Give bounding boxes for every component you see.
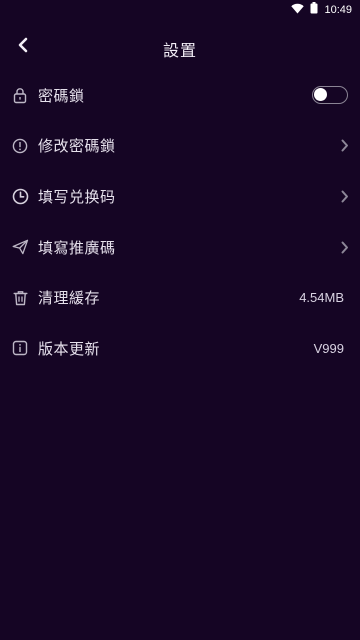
header: 設置 [0, 28, 360, 66]
paper-plane-icon [11, 238, 29, 256]
status-bar: 10:49 [0, 0, 360, 18]
info-square-icon [11, 339, 29, 357]
chevron-right-icon [340, 139, 350, 153]
page-title: 設置 [162, 41, 197, 60]
lock-icon [11, 86, 29, 104]
clock-icon [11, 187, 29, 205]
setting-label: 填写兑换码 [38, 187, 116, 206]
setting-row-password-lock[interactable]: 密碼鎖 [0, 70, 360, 121]
setting-row-version-update[interactable]: 版本更新 V999 [0, 323, 360, 374]
status-time: 10:49 [324, 3, 352, 16]
trash-icon [11, 289, 29, 307]
cache-size-value: 4.54MB [299, 290, 344, 306]
status-icons: 10:49 [291, 2, 352, 17]
toggle-knob [314, 88, 327, 102]
settings-list: 密碼鎖 修改密碼鎖 填写兑换码 填寫推廣碼 清理緩存 4.54MB 版本更新 V… [0, 70, 360, 374]
setting-label: 密碼鎖 [38, 86, 85, 105]
setting-row-promo-code[interactable]: 填寫推廣碼 [0, 222, 360, 273]
setting-row-change-password[interactable]: 修改密碼鎖 [0, 121, 360, 172]
wifi-icon [291, 3, 305, 17]
setting-label: 修改密碼鎖 [38, 137, 116, 156]
setting-label: 版本更新 [38, 339, 101, 358]
chevron-right-icon [340, 240, 350, 254]
setting-label: 填寫推廣碼 [38, 238, 116, 257]
version-value: V999 [313, 340, 344, 356]
password-lock-toggle[interactable] [312, 86, 348, 105]
info-circle-icon [11, 137, 29, 155]
setting-row-clear-cache[interactable]: 清理緩存 4.54MB [0, 272, 360, 323]
battery-icon [310, 2, 318, 17]
chevron-right-icon [340, 189, 350, 203]
setting-row-redeem-code[interactable]: 填写兑换码 [0, 171, 360, 222]
setting-label: 清理緩存 [38, 289, 101, 308]
